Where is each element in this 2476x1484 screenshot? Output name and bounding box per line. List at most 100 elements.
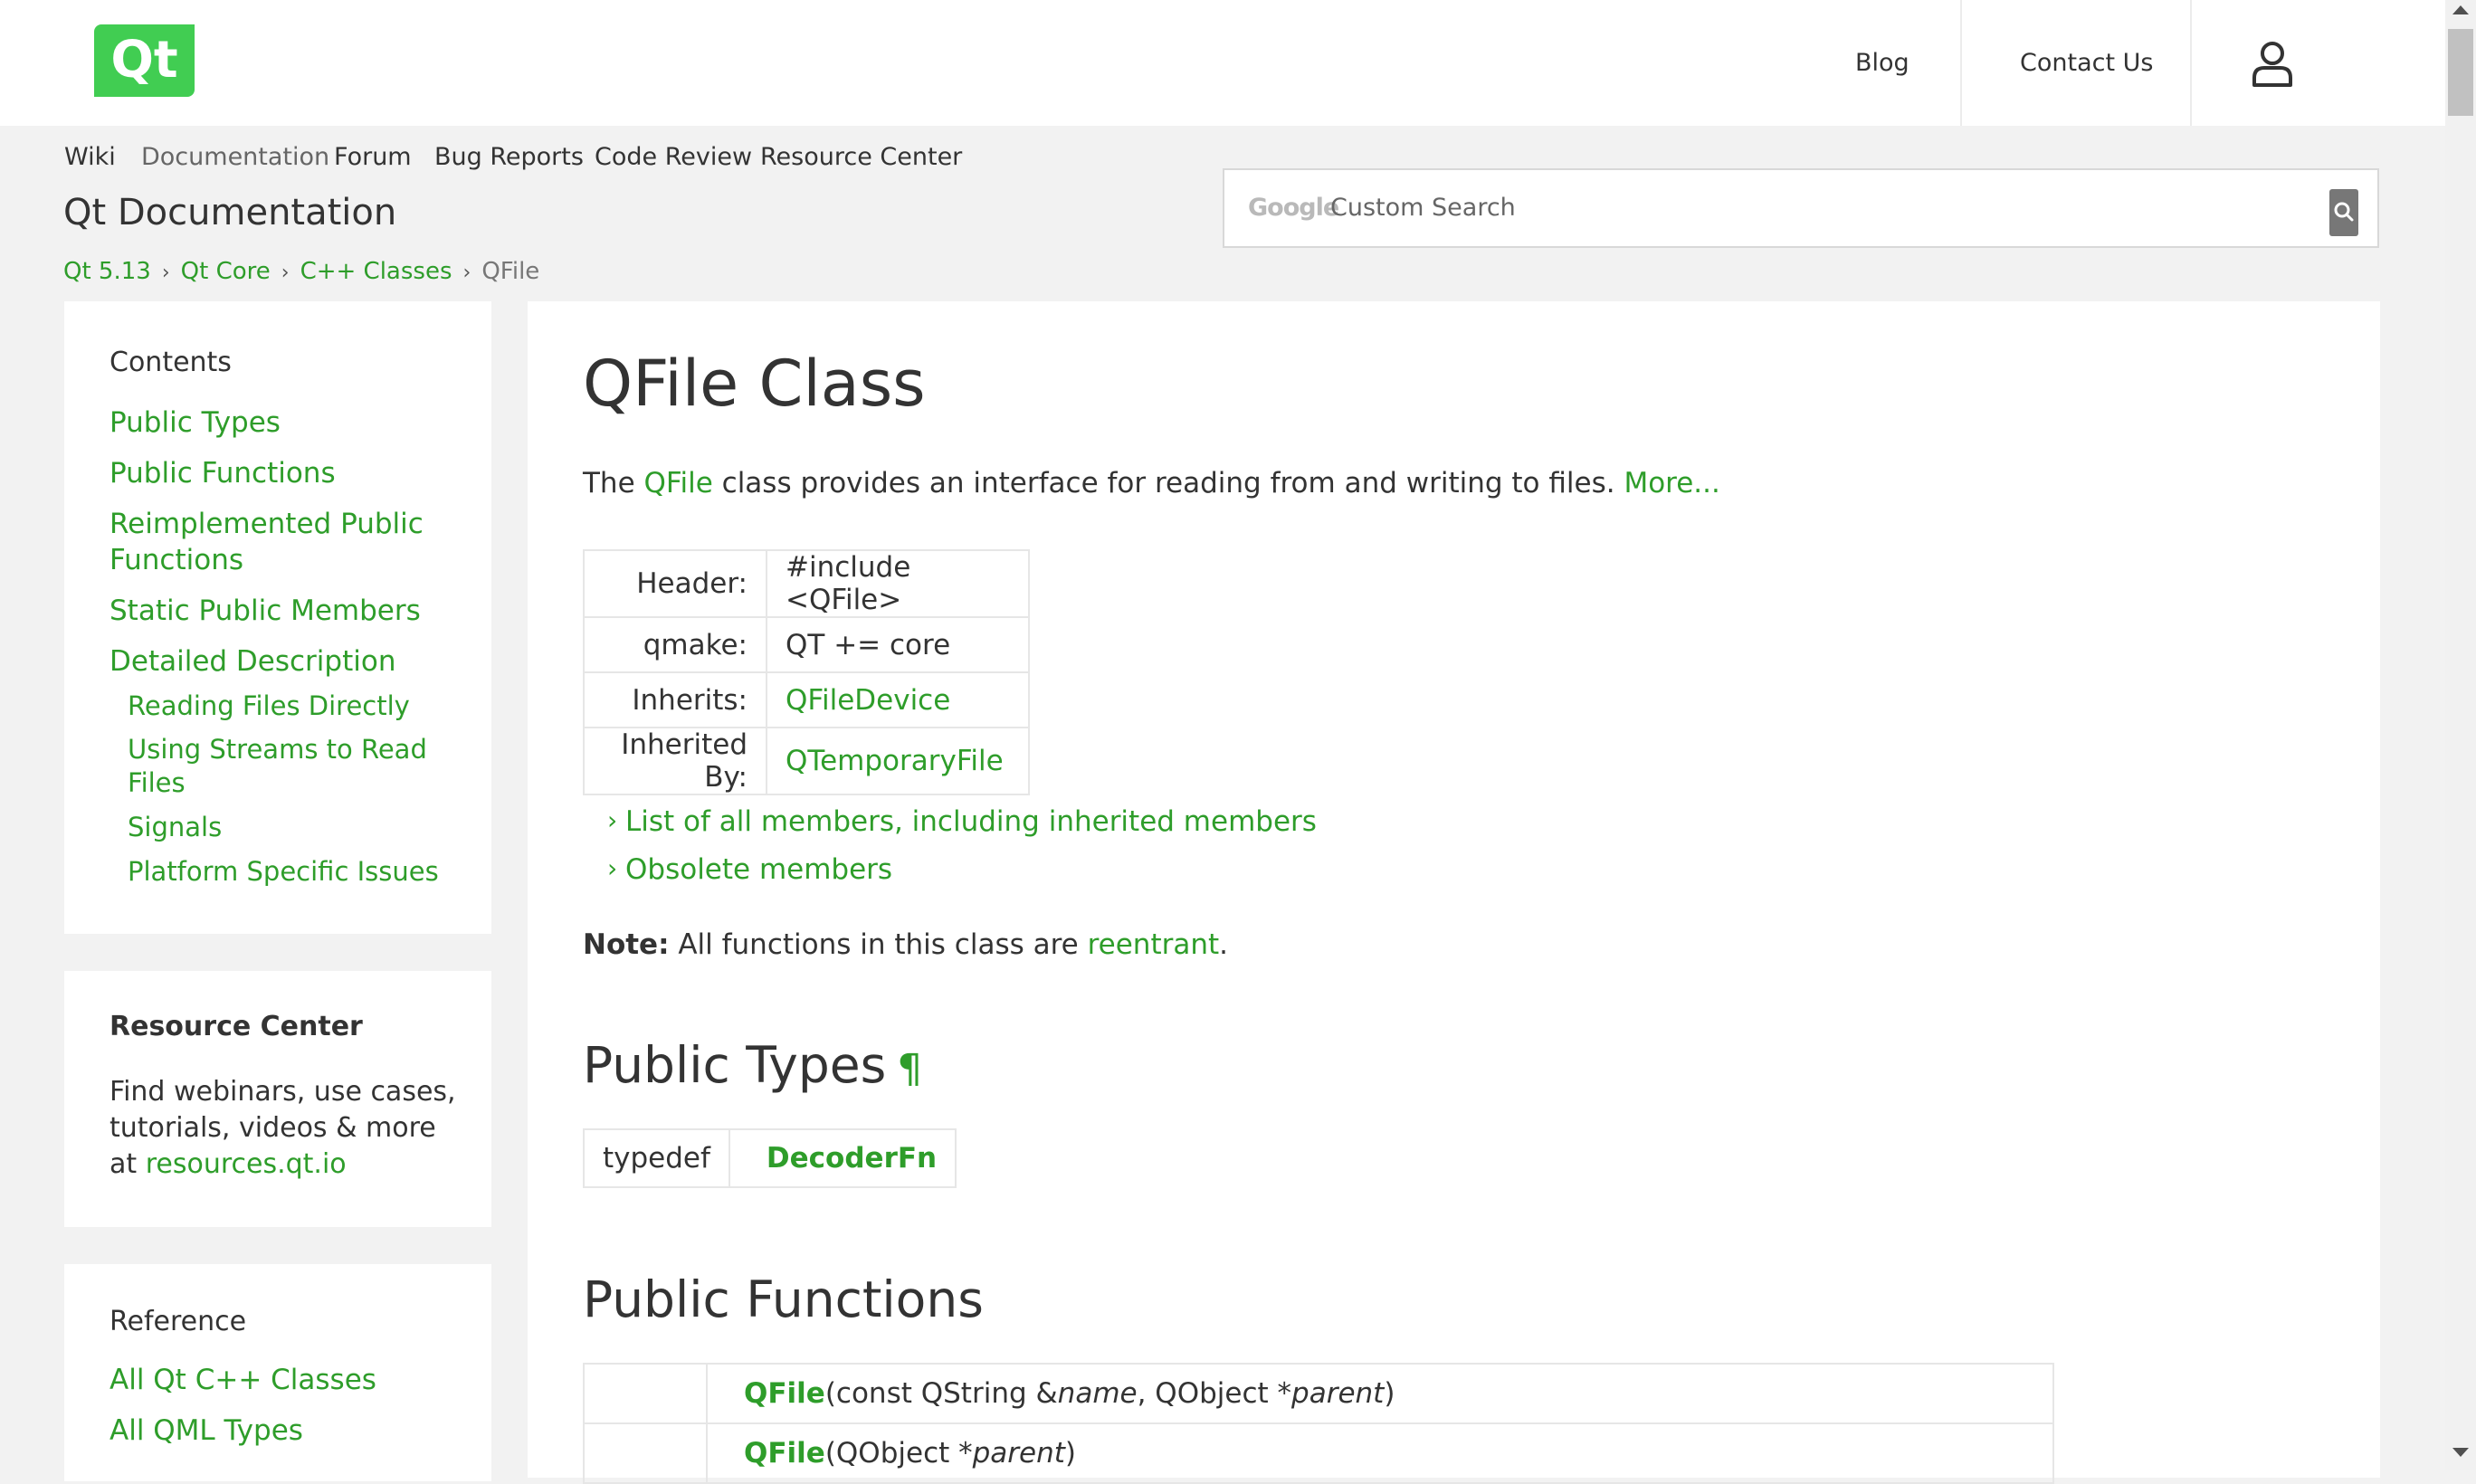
subnav-bug-reports[interactable]: Bug Reports [434, 143, 584, 171]
scroll-down-arrow-icon[interactable] [2452, 1448, 2469, 1457]
info-value-cell: QTemporaryFile [766, 727, 1030, 795]
note-label: Note: [583, 928, 670, 961]
table-row: qmake: QT += core [583, 616, 1030, 673]
toc-reimplemented-public-functions[interactable]: Reimplemented Public Functions [110, 506, 453, 578]
function-link[interactable]: QFile [744, 1377, 825, 1410]
decoderfn-link[interactable]: DecoderFn [767, 1142, 937, 1175]
inherits-link[interactable]: QFileDevice [786, 684, 950, 717]
subnav-forum[interactable]: Forum [334, 143, 412, 171]
info-key: Header: [583, 549, 767, 618]
reentrant-link[interactable]: reentrant [1088, 928, 1220, 961]
google-logo: Google [1248, 194, 1339, 222]
breadcrumb-current: QFile [481, 258, 540, 285]
user-account-icon[interactable] [2252, 40, 2293, 87]
brief-prefix: The [583, 467, 644, 499]
page-scrollbar[interactable] [2445, 0, 2476, 1470]
breadcrumb-qt-core[interactable]: Qt Core [181, 258, 271, 285]
subnav-resource-center[interactable]: Resource Center [760, 143, 962, 171]
chevron-right-icon: › [607, 853, 618, 883]
class-brief: The QFile class provides an interface fo… [583, 467, 1720, 499]
reference-panel: Reference All Qt C++ Classes All QML Typ… [64, 1264, 491, 1481]
search-button[interactable] [2329, 189, 2358, 236]
search-input[interactable]: Google Custom Search [1223, 168, 2379, 248]
nav-contact-link[interactable]: Contact Us [2020, 0, 2153, 126]
toc-platform-specific-issues[interactable]: Platform Specific Issues [128, 855, 453, 889]
resources-link[interactable]: resources.qt.io [146, 1148, 347, 1180]
nav-divider [1960, 0, 1962, 126]
obsolete-members-link[interactable]: Obsolete members [625, 853, 892, 886]
chevron-right-icon: › [161, 262, 170, 284]
toc-signals[interactable]: Signals [128, 811, 453, 844]
param-name: parent [1291, 1377, 1385, 1410]
scroll-up-arrow-icon[interactable] [2452, 5, 2469, 14]
table-row: QFile(QObject *parent) [583, 1422, 2054, 1484]
subnav-documentation[interactable]: Documentation [141, 143, 329, 171]
all-members-item: › List of all members, including inherit… [607, 805, 1317, 838]
public-types-heading: Public Types ¶ [583, 1036, 922, 1094]
info-value-cell: QFileDevice [766, 671, 1030, 728]
param-name: parent [972, 1437, 1065, 1470]
reference-heading: Reference [110, 1306, 247, 1337]
breadcrumb-qt-version[interactable]: Qt 5.13 [63, 258, 151, 285]
ref-all-cpp-classes[interactable]: All Qt C++ Classes [110, 1362, 453, 1398]
ref-all-qml-types[interactable]: All QML Types [110, 1413, 453, 1449]
subnav-wiki[interactable]: Wiki [64, 143, 116, 171]
brief-text: class provides an interface for reading … [712, 467, 1624, 499]
type-keyword: typedef [583, 1128, 730, 1188]
signature-part: (const QString & [824, 1377, 1058, 1410]
breadcrumb: Qt 5.13 › Qt Core › C++ Classes › QFile [63, 258, 539, 285]
qt-logo[interactable]: Qt [94, 24, 195, 97]
toc-static-public-members[interactable]: Static Public Members [110, 593, 453, 629]
chevron-right-icon: › [607, 805, 618, 835]
page-title: QFile Class [583, 347, 926, 421]
public-types-heading-text: Public Types [583, 1036, 887, 1094]
main-content: QFile Class The QFile class provides an … [528, 301, 2380, 1484]
obsolete-members-item: › Obsolete members [607, 853, 892, 886]
toc-reading-files-directly[interactable]: Reading Files Directly [128, 690, 453, 723]
toc-detailed-description[interactable]: Detailed Description [110, 643, 453, 680]
toc-public-functions[interactable]: Public Functions [110, 455, 453, 491]
public-functions-table: QFile(const QString &name, QObject *pare… [583, 1363, 2054, 1484]
info-key: qmake: [583, 616, 767, 673]
note-end: . [1219, 928, 1229, 961]
info-key: Inherited By: [583, 727, 767, 795]
search-placeholder: Custom Search [1330, 194, 1516, 222]
more-link[interactable]: More... [1624, 467, 1719, 499]
return-type-cell [583, 1422, 708, 1484]
function-signature: QFile(QObject *parent) [706, 1422, 2054, 1484]
param-name: name [1057, 1377, 1138, 1410]
table-row: Inherits: QFileDevice [583, 671, 1030, 728]
function-link[interactable]: QFile [744, 1437, 825, 1470]
reentrant-note: Note: All functions in this class are re… [583, 928, 1228, 961]
search-icon [2334, 202, 2354, 222]
chevron-right-icon: › [462, 262, 471, 284]
public-functions-heading: Public Functions [583, 1270, 984, 1328]
toc-using-streams[interactable]: Using Streams to Read Files [128, 733, 453, 800]
resource-center-panel: Resource Center Find webinars, use cases… [64, 971, 491, 1227]
info-value: #include <QFile> [766, 549, 1030, 618]
note-text: All functions in this class are [669, 928, 1088, 961]
nav-blog-link[interactable]: Blog [1855, 0, 1909, 126]
return-type-cell [583, 1363, 708, 1424]
function-signature: QFile(const QString &name, QObject *pare… [706, 1363, 2054, 1424]
signature-part: ) [1384, 1377, 1395, 1410]
top-bar: Qt Blog Contact Us [0, 0, 2445, 126]
qfile-link[interactable]: QFile [644, 467, 713, 499]
scroll-thumb[interactable] [2448, 29, 2473, 116]
type-name-cell: DecoderFn [728, 1128, 957, 1188]
contents-heading: Contents [110, 347, 232, 378]
site-title: Qt Documentation [63, 192, 397, 233]
table-row: typedef DecoderFn [583, 1128, 957, 1188]
table-row: Inherited By: QTemporaryFile [583, 727, 1030, 795]
all-members-link[interactable]: List of all members, including inherited… [625, 805, 1317, 838]
pilcrow-anchor-icon[interactable]: ¶ [897, 1046, 922, 1092]
chevron-right-icon: › [281, 262, 290, 284]
toc-public-types[interactable]: Public Types [110, 404, 453, 441]
inherited-by-link[interactable]: QTemporaryFile [786, 745, 1004, 777]
resource-center-text: Find webinars, use cases, tutorials, vid… [110, 1074, 471, 1183]
breadcrumb-cpp-classes[interactable]: C++ Classes [300, 258, 452, 285]
subnav-code-review[interactable]: Code Review [595, 143, 752, 171]
info-value: QT += core [766, 616, 1030, 673]
public-types-table: typedef DecoderFn [583, 1128, 957, 1188]
class-info-table: Header: #include <QFile> qmake: QT += co… [583, 549, 1030, 795]
